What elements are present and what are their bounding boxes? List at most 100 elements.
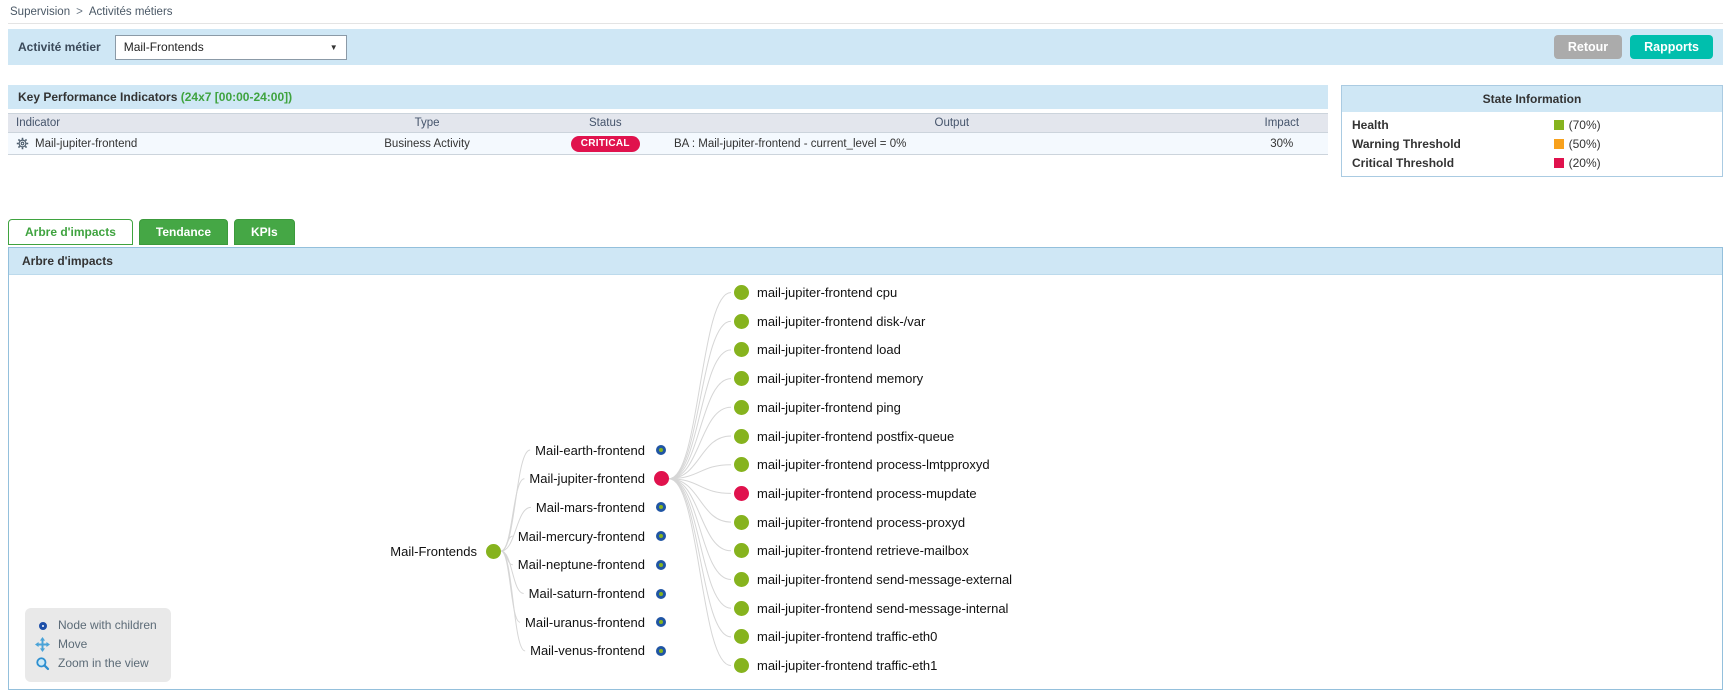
impact-tree[interactable]: Node with childrenMoveZoom in the view M… [9, 275, 1722, 689]
node-with-children-dot [652, 441, 670, 459]
state-value: (20%) [1554, 156, 1601, 170]
gear-icon [16, 137, 29, 150]
legend-item-node-with-children: Node with children [35, 616, 157, 635]
activity-select-value: Mail-Frontends [124, 40, 204, 54]
legend-item-zoom-in-the-view: Zoom in the view [35, 654, 157, 673]
tree-node-mail-mars-frontend[interactable]: Mail-mars-frontend [536, 498, 670, 516]
tree-node-label: mail-jupiter-frontend process-proxyd [757, 515, 965, 530]
breadcrumb-item-supervision[interactable]: Supervision [10, 6, 70, 18]
node-dot-ok [732, 427, 750, 445]
tree-node-mail-jupiter-frontend-process-mupdate[interactable]: mail-jupiter-frontend process-mupdate [732, 484, 977, 502]
move-icon [35, 637, 50, 652]
node-dot-ok [732, 456, 750, 474]
legend-label: Move [58, 635, 87, 654]
tree-node-label: Mail-uranus-frontend [525, 615, 645, 630]
kpi-row: Mail-jupiter-frontend Business Activity CR… [8, 133, 1328, 155]
tab-tendance[interactable]: Tendance [139, 219, 228, 245]
state-label: Warning Threshold [1352, 137, 1554, 151]
tree-node-mail-jupiter-frontend-traffic-eth0[interactable]: mail-jupiter-frontend traffic-eth0 [732, 628, 937, 646]
kpi-indicator-link[interactable]: Mail-jupiter-frontend [35, 138, 137, 150]
state-row-warning-threshold: Warning Threshold (50%) [1342, 134, 1722, 153]
tree-node-label: mail-jupiter-frontend ping [757, 400, 901, 415]
node-with-children-icon [35, 622, 50, 630]
tree-node-label: mail-jupiter-frontend load [757, 342, 901, 357]
node-dot-ok [484, 542, 502, 560]
tree-node-mail-jupiter-frontend-disk-var[interactable]: mail-jupiter-frontend disk-/var [732, 312, 925, 330]
tree-node-mail-venus-frontend[interactable]: Mail-venus-frontend [530, 642, 670, 660]
tree-node-mail-jupiter-frontend[interactable]: Mail-jupiter-frontend [529, 470, 670, 488]
tree-node-mail-mercury-frontend[interactable]: Mail-mercury-frontend [518, 527, 670, 545]
node-dot-ok [732, 341, 750, 359]
tree-node-label: mail-jupiter-frontend send-message-exter… [757, 572, 1012, 587]
node-dot-ok [732, 571, 750, 589]
tree-node-label: mail-jupiter-frontend traffic-eth0 [757, 629, 937, 644]
node-with-children-dot [652, 585, 670, 603]
tree-node-mail-jupiter-frontend-process-proxyd[interactable]: mail-jupiter-frontend process-proxyd [732, 513, 965, 531]
kpi-impact: 30% [1236, 133, 1328, 155]
activity-label: Activité métier [18, 40, 101, 54]
tab-arbre-d-impacts[interactable]: Arbre d'impacts [8, 219, 133, 245]
node-with-children-dot [652, 498, 670, 516]
state-information-title: State Information [1342, 86, 1722, 112]
rapports-button[interactable]: Rapports [1630, 35, 1713, 59]
tree-node-mail-uranus-frontend[interactable]: Mail-uranus-frontend [525, 613, 670, 631]
node-dot-ok [732, 284, 750, 302]
tree-node-mail-jupiter-frontend-memory[interactable]: mail-jupiter-frontend memory [732, 370, 923, 388]
kpi-table: IndicatorTypeStatusOutputImpact Mail-jup… [8, 113, 1328, 155]
tree-node-label: Mail-earth-frontend [535, 443, 645, 458]
node-dot-critical [652, 470, 670, 488]
node-dot-ok [732, 370, 750, 388]
breadcrumb-separator: > [76, 6, 83, 18]
kpi-column-impact: Impact [1236, 114, 1328, 133]
tree-node-mail-jupiter-frontend-load[interactable]: mail-jupiter-frontend load [732, 341, 901, 359]
tree-node-mail-jupiter-frontend-send-message-external[interactable]: mail-jupiter-frontend send-message-exter… [732, 571, 1012, 589]
node-dot-ok [732, 513, 750, 531]
state-percent: (20%) [1569, 156, 1601, 170]
tree-legend: Node with childrenMoveZoom in the view [25, 608, 171, 682]
main-row: Key Performance Indicators (24x7 [00:00-… [8, 85, 1723, 177]
tree-node-label: mail-jupiter-frontend postfix-queue [757, 429, 954, 444]
tree-node-mail-neptune-frontend[interactable]: Mail-neptune-frontend [518, 556, 670, 574]
tree-node-label: mail-jupiter-frontend disk-/var [757, 314, 925, 329]
state-value: (50%) [1554, 137, 1601, 151]
legend-label: Zoom in the view [58, 654, 149, 673]
tree-node-label: Mail-neptune-frontend [518, 557, 645, 572]
tree-node-label: Mail-jupiter-frontend [529, 471, 645, 486]
node-dot-ok [732, 628, 750, 646]
retour-button[interactable]: Retour [1554, 35, 1622, 59]
page: Supervision > Activités métiers Activité m… [8, 0, 1723, 690]
tree-node-mail-jupiter-frontend-retrieve-mailbox[interactable]: mail-jupiter-frontend retrieve-mailbox [732, 542, 969, 560]
tree-node-mail-jupiter-frontend-postfix-queue[interactable]: mail-jupiter-frontend postfix-queue [732, 427, 954, 445]
kpi-title: Key Performance Indicators (24x7 [00:00-… [8, 85, 1328, 109]
tabs: Arbre d'impactsTendanceKPIs [8, 219, 1723, 247]
tree-node-mail-jupiter-frontend-process-lmtpproxyd[interactable]: mail-jupiter-frontend process-lmtpproxyd [732, 456, 990, 474]
activity-select[interactable]: Mail-Frontends ▼ [115, 35, 347, 60]
tree-node-mail-frontends[interactable]: Mail-Frontends [390, 542, 502, 560]
node-with-children-dot [652, 556, 670, 574]
tree-node-label: mail-jupiter-frontend process-mupdate [757, 486, 977, 501]
tree-node-label: Mail-Frontends [390, 544, 477, 559]
node-dot-ok [732, 398, 750, 416]
breadcrumb-item-activites-metiers[interactable]: Activités métiers [89, 6, 173, 18]
zoom-icon [35, 656, 50, 671]
tree-node-mail-jupiter-frontend-send-message-internal[interactable]: mail-jupiter-frontend send-message-inter… [732, 599, 1008, 617]
kpi-title-text: Key Performance Indicators [18, 90, 177, 104]
state-value: (70%) [1554, 118, 1601, 132]
legend-item-move: Move [35, 635, 157, 654]
status-badge: CRITICAL [571, 136, 640, 152]
tree-node-mail-jupiter-frontend-cpu[interactable]: mail-jupiter-frontend cpu [732, 284, 897, 302]
tree-node-label: mail-jupiter-frontend memory [757, 371, 923, 386]
kpi-schedule: (24x7 [00:00-24:00]) [181, 90, 292, 104]
state-percent: (50%) [1569, 137, 1601, 151]
tree-node-label: mail-jupiter-frontend send-message-inter… [757, 601, 1008, 616]
tree-node-mail-saturn-frontend[interactable]: Mail-saturn-frontend [529, 585, 670, 603]
tab-kpis[interactable]: KPIs [234, 219, 295, 245]
kpi-type: Business Activity [312, 133, 543, 155]
tree-node-mail-earth-frontend[interactable]: Mail-earth-frontend [535, 441, 670, 459]
node-dot-critical [732, 484, 750, 502]
tree-panel-title: Arbre d'impacts [9, 248, 1722, 275]
legend-label: Node with children [58, 616, 157, 635]
tree-node-mail-jupiter-frontend-ping[interactable]: mail-jupiter-frontend ping [732, 398, 901, 416]
state-color-swatch [1554, 158, 1564, 168]
state-label: Health [1352, 118, 1554, 132]
